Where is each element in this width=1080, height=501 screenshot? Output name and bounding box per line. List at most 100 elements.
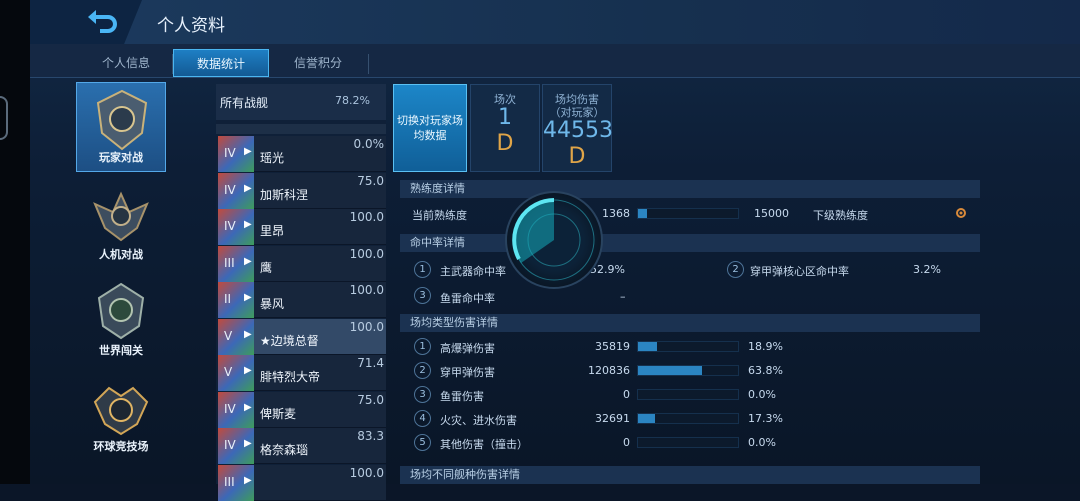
ship-row[interactable]: III ▶ 鹰 100.0 <box>218 245 386 282</box>
device-edge <box>0 0 30 484</box>
mode-pvp[interactable]: 玩家对战 <box>76 82 166 172</box>
battles-value: 1 <box>498 105 512 130</box>
tab-divider <box>368 54 369 74</box>
ap-core-hit-value: 3.2% <box>913 263 941 276</box>
winged-emblem-icon <box>93 191 149 242</box>
ship-class-icon: ▶ <box>244 146 252 157</box>
switch-player-avg-button[interactable]: 切换对玩家场均数据 <box>393 84 467 172</box>
tab-personal-info[interactable]: 个人信息 <box>78 49 174 77</box>
damage-bar-fill <box>638 414 656 423</box>
mode-pve[interactable]: 人机对战 <box>76 178 166 268</box>
ship-row[interactable]: IV ▶ 瑶光 0.0% <box>218 136 386 172</box>
avg-damage-value: 44553 <box>543 118 613 143</box>
mode-label: 玩家对战 <box>99 151 143 164</box>
tab-statistics[interactable]: 数据统计 <box>173 49 269 77</box>
torpedo-hit-value: – <box>620 290 626 303</box>
ship-win-rate: 100.0 <box>349 465 384 480</box>
item-number-badge: 2 <box>727 261 744 278</box>
all-ships-pct: 78.2% <box>335 94 370 107</box>
radar-icon <box>512 198 595 281</box>
ship-class-icon: ▶ <box>244 292 252 303</box>
ship-row[interactable]: IV ▶ 里昂 100.0 <box>218 209 386 245</box>
ship-row[interactable]: II ▶ 暴风 100.0 <box>218 282 386 318</box>
ship-class-icon: ▶ <box>244 255 252 267</box>
tab-bar: 个人信息 数据统计 信誉积分 <box>30 44 1080 78</box>
damage-label: 高爆弹伤害 <box>440 342 495 355</box>
damage-label: 火灾、进水伤害 <box>440 414 517 427</box>
ship-win-rate: 100.0 <box>349 246 384 261</box>
ship-class-icon: ▶ <box>244 219 252 230</box>
ship-class-icon: ▶ <box>244 182 252 194</box>
ship-name: 瑶光 <box>260 151 285 165</box>
damage-value: 35819 <box>595 340 630 353</box>
damage-pct: 0.0% <box>748 388 776 401</box>
battles-grade: D <box>496 131 514 156</box>
damage-bar <box>637 389 739 400</box>
damage-pct: 0.0% <box>748 436 776 449</box>
ship-row[interactable]: V ▶ ★边境总督 100.0 <box>218 318 386 355</box>
globe-emblem-icon <box>97 282 145 340</box>
damage-value: 32691 <box>595 412 630 425</box>
damage-bar-fill <box>638 342 657 351</box>
proficiency-section-header: 熟练度详情 <box>400 180 980 198</box>
ship-win-rate: 75.0 <box>357 173 384 188</box>
ship-row[interactable]: III ▶ 100.0 <box>218 464 386 501</box>
item-number-badge: 3 <box>414 287 431 304</box>
ship-tier: IV <box>224 219 236 233</box>
ship-win-rate: 100.0 <box>349 283 384 297</box>
damage-bar <box>637 413 739 424</box>
all-ships-row[interactable]: 所有战舰 78.2% <box>216 84 386 120</box>
next-proficiency-value: 15000 <box>754 207 789 220</box>
torpedo-hit-label: 鱼雷命中率 <box>440 292 495 305</box>
damage-bar-fill <box>638 366 702 375</box>
damage-pct: 63.8% <box>748 364 783 377</box>
damage-type-section-header: 场均类型伤害详情 <box>400 314 980 332</box>
hit-rate-section-header: 命中率详情 <box>400 234 980 252</box>
current-proficiency-label: 当前熟练度 <box>412 209 467 222</box>
radar-loading-indicator <box>505 191 603 289</box>
ship-name: 鹰 <box>260 260 273 275</box>
ship-tier: IV <box>224 146 236 160</box>
damage-bar <box>637 341 739 352</box>
avg-damage-stat: 场均伤害 （对玩家） 44553 D <box>542 84 613 172</box>
ship-name: 里昂 <box>260 224 285 238</box>
ship-win-rate: 83.3 <box>357 429 384 443</box>
avg-damage-label: 场均伤害 （对玩家） <box>549 93 605 119</box>
ship-tier: III <box>224 474 235 489</box>
item-number-badge: 3 <box>414 386 431 403</box>
ship-tier: II <box>224 292 232 306</box>
damage-bar <box>637 437 739 448</box>
avg-damage-grade: D <box>568 144 586 169</box>
ship-row[interactable]: V ▶ 腓特烈大帝 71.4 <box>218 355 386 391</box>
ship-win-rate: 100.0 <box>349 210 384 224</box>
list-header-strip <box>216 124 386 134</box>
ship-tier: IV <box>224 401 236 416</box>
ship-tier: IV <box>224 182 236 197</box>
mode-label: 人机对战 <box>99 248 143 261</box>
ship-win-rate: 0.0% <box>353 137 385 151</box>
ship-name: 俾斯麦 <box>260 406 297 421</box>
mode-world-challenge[interactable]: 世界闯关 <box>76 274 166 364</box>
ship-list: 所有战舰 78.2% IV ▶ 瑶光 0.0% IV ▶ 加斯科涅 75.0 IV ▶ 里昂 100.… <box>216 84 386 501</box>
item-number-badge: 2 <box>414 362 431 379</box>
damage-label: 鱼雷伤害 <box>440 390 484 403</box>
back-button[interactable] <box>30 0 142 44</box>
next-proficiency-label: 下级熟练度 <box>813 209 868 222</box>
mode-label: 世界闯关 <box>99 344 143 357</box>
all-ships-label: 所有战舰 <box>220 96 269 110</box>
tab-credit[interactable]: 信誉积分 <box>270 49 366 77</box>
mode-label: 环球竞技场 <box>93 440 149 453</box>
damage-bar <box>637 365 739 376</box>
ship-class-icon: ▶ <box>244 438 252 449</box>
ship-row[interactable]: IV ▶ 格奈森瑙 83.3 <box>218 428 386 464</box>
ship-type-damage-section-header: 场均不同舰种伤害详情 <box>400 466 980 484</box>
ship-class-icon: ▶ <box>244 365 252 376</box>
ship-tier: III <box>224 255 235 270</box>
ship-row[interactable]: IV ▶ 俾斯麦 75.0 <box>218 391 386 428</box>
damage-label: 穿甲弹伤害 <box>440 366 495 379</box>
gear-icon[interactable] <box>954 206 968 220</box>
ship-class-icon: ▶ <box>244 401 252 413</box>
main-weapon-hit-label: 主武器命中率 <box>440 265 506 278</box>
mode-global-arena[interactable]: 环球竞技场 <box>76 370 166 460</box>
ship-row[interactable]: IV ▶ 加斯科涅 75.0 <box>218 172 386 209</box>
